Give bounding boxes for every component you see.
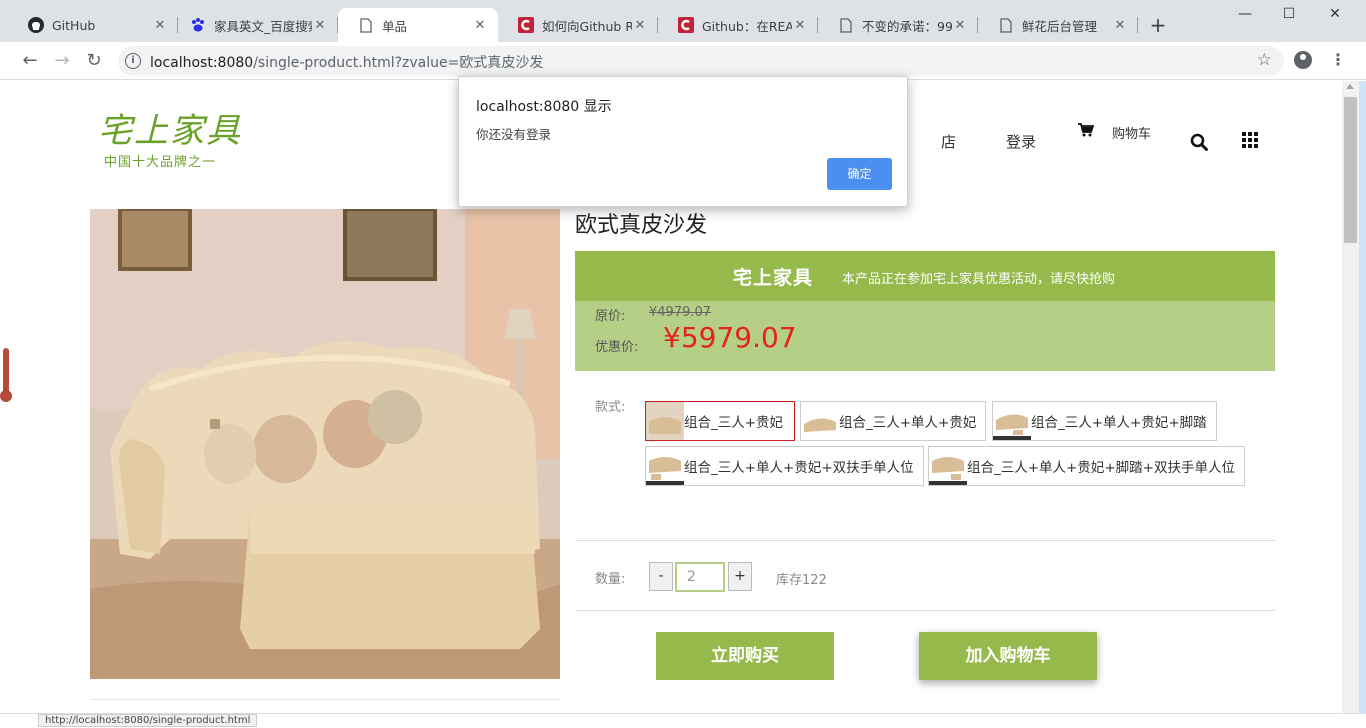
cart-icon[interactable] [1078, 123, 1094, 137]
tab-title: GitHub [52, 17, 96, 33]
document-icon [838, 17, 854, 33]
style-option-label: 组合_三人+单人+贵妃+双扶手单人位 [684, 460, 914, 476]
bookmark-star-icon[interactable]: ☆ [1257, 50, 1272, 70]
style-option[interactable]: 组合_三人+单人+贵妃+脚踏 [992, 401, 1217, 441]
style-thumbnail [646, 402, 684, 440]
tab-baidu[interactable]: 家具英文_百度搜索 ✕ [170, 8, 338, 42]
csdn-icon [678, 17, 694, 33]
stock-count: 库存122 [776, 573, 827, 588]
browser-tab-strip: GitHub ✕ 家具英文_百度搜索 ✕ 单品 ✕ 如何向Github READ… [0, 0, 1366, 42]
style-thumbnail [993, 402, 1031, 440]
style-option-label: 组合_三人+单人+贵妃 [839, 415, 977, 431]
tab-promise[interactable]: 不变的承诺：99朵 ✕ [818, 8, 978, 42]
nav-login[interactable]: 登录 [1006, 131, 1036, 152]
style-thumbnail [646, 447, 684, 485]
original-price-label: 原价: [595, 309, 626, 324]
style-thumbnail [929, 447, 967, 485]
browser-toolbar: ← → ↻ i localhost:8080/single-product.ht… [0, 42, 1366, 80]
minimize-button[interactable]: — [1222, 6, 1268, 26]
baidu-paw-icon [190, 17, 206, 33]
style-option[interactable]: 组合_三人+单人+贵妃+双扶手单人位 [645, 446, 924, 486]
maximize-button[interactable]: ☐ [1266, 6, 1312, 26]
logo-text: 宅上家具 [98, 111, 242, 151]
sale-price-label: 优惠价: [595, 340, 639, 355]
scroll-up-arrow-icon[interactable] [1346, 84, 1354, 89]
tab-title: 鲜花后台管理 [1022, 18, 1098, 34]
tab-title: 如何向Github README [542, 18, 632, 34]
promo-panel: 宅上家具 本产品正在参加宅上家具优惠活动，请尽快抢购 原价: ¥4979.07 … [575, 251, 1275, 371]
logo-slogan: 中国十大品牌之一 [104, 155, 217, 170]
status-bar: http://localhost:8080/single-product.htm… [0, 713, 1366, 728]
forward-button[interactable]: → [52, 51, 72, 71]
window-edge [1359, 81, 1366, 728]
style-option[interactable]: 组合_三人+单人+贵妃+脚踏+双扶手单人位 [928, 446, 1245, 486]
new-tab-button[interactable]: + [1148, 14, 1168, 36]
close-icon[interactable]: ✕ [472, 18, 488, 33]
tab-github[interactable]: GitHub ✕ [8, 8, 178, 42]
document-icon [998, 17, 1014, 33]
tab-title: 家具英文_百度搜索 [214, 18, 312, 34]
close-icon[interactable]: ✕ [152, 18, 168, 33]
section-divider [575, 540, 1275, 541]
tab-csdn-1[interactable]: 如何向Github README ✕ [498, 8, 658, 42]
sale-price: ¥5979.07 [663, 321, 797, 354]
nav-cart[interactable]: 购物车 [1112, 123, 1151, 142]
apps-grid-icon[interactable] [1242, 132, 1258, 148]
product-name: 欧式真皮沙发 [575, 213, 708, 238]
page-scrollbar[interactable] [1342, 81, 1359, 713]
close-icon[interactable]: ✕ [1112, 18, 1128, 33]
promo-brand: 宅上家具 [733, 267, 814, 289]
side-slider-handle[interactable] [0, 348, 12, 402]
tab-title: 不变的承诺：99朵 [862, 18, 952, 34]
close-icon[interactable]: ✕ [792, 18, 808, 33]
style-option[interactable]: 组合_三人+单人+贵妃 [800, 401, 987, 441]
status-url: http://localhost:8080/single-product.htm… [38, 714, 258, 727]
add-to-cart-button[interactable]: 加入购物车 [919, 632, 1097, 680]
back-button[interactable]: ← [20, 51, 40, 71]
quantity-label: 数量: [595, 572, 626, 587]
tab-csdn-2[interactable]: Github：在README ✕ [658, 8, 818, 42]
search-icon[interactable] [1190, 133, 1208, 151]
style-label: 款式: [595, 400, 626, 415]
close-icon[interactable]: ✕ [952, 18, 968, 33]
style-option-label: 组合_三人+单人+贵妃+脚踏+双扶手单人位 [967, 460, 1235, 476]
csdn-icon [518, 17, 534, 33]
tab-title: Github：在README [702, 18, 792, 34]
document-icon [358, 17, 374, 33]
buy-now-button[interactable]: 立即购买 [656, 632, 834, 680]
github-icon [28, 17, 44, 33]
scrollbar-thumb[interactable] [1344, 97, 1357, 243]
address-bar[interactable]: i localhost:8080/single-product.html?zva… [118, 46, 1284, 76]
quantity-increment-button[interactable]: + [728, 562, 752, 591]
site-logo[interactable]: 宅上家具 中国十大品牌之一 [98, 111, 248, 181]
original-price: ¥4979.07 [649, 305, 712, 320]
style-option[interactable]: 组合_三人+贵妃 [645, 401, 795, 441]
window-close-button[interactable]: ✕ [1312, 6, 1358, 26]
reload-button[interactable]: ↻ [84, 51, 104, 71]
nav-store[interactable]: 店 [941, 131, 956, 152]
dialog-message: 你还没有登录 [476, 127, 552, 142]
promo-banner: 宅上家具 本产品正在参加宅上家具优惠活动，请尽快抢购 [575, 251, 1275, 301]
style-option-label: 组合_三人+单人+贵妃+脚踏 [1031, 415, 1207, 431]
url-text[interactable]: localhost:8080/single-product.html?zvalu… [150, 52, 543, 72]
menu-kebab-icon[interactable]: ⋮ [1330, 50, 1346, 69]
close-icon[interactable]: ✕ [632, 18, 648, 33]
promo-message: 本产品正在参加宅上家具优惠活动，请尽快抢购 [842, 272, 1116, 287]
info-icon[interactable]: i [125, 53, 141, 69]
close-icon[interactable]: ✕ [312, 18, 328, 33]
dialog-ok-button[interactable]: 确定 [827, 158, 892, 190]
quantity-input[interactable]: 2 [675, 562, 725, 592]
product-image[interactable] [90, 209, 560, 679]
section-divider [575, 610, 1275, 611]
quantity-decrement-button[interactable]: - [649, 562, 673, 591]
tab-flower-admin[interactable]: 鲜花后台管理 ✕ [978, 8, 1138, 42]
dialog-title: localhost:8080 显示 [476, 99, 612, 115]
alert-dialog: localhost:8080 显示 你还没有登录 确定 [458, 76, 908, 207]
style-option-label: 组合_三人+贵妃 [684, 415, 784, 431]
account-icon[interactable] [1294, 51, 1312, 69]
tab-title: 单品 [382, 18, 408, 34]
style-thumbnail [801, 402, 839, 440]
thumbnail-divider [90, 699, 560, 700]
tab-single-product[interactable]: 单品 ✕ [338, 8, 498, 42]
